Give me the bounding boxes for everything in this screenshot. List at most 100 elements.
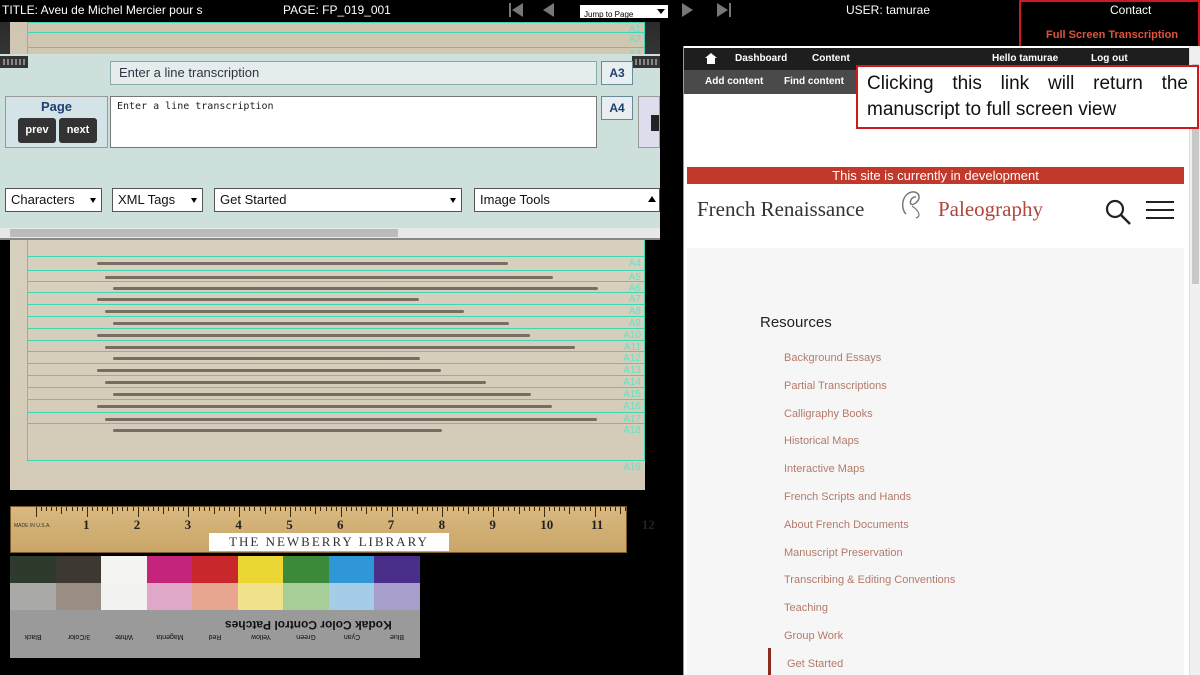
find-content-link[interactable]: Find content — [784, 76, 844, 87]
ruler-tick — [203, 507, 205, 511]
add-content-link[interactable]: Add content — [705, 76, 763, 87]
ruler-number: 7 — [387, 517, 395, 532]
ruler-tick — [518, 507, 520, 514]
admin-content-link[interactable]: Content — [812, 53, 850, 64]
line-tag-current[interactable]: A3 — [601, 61, 633, 85]
resource-link[interactable]: French Scripts and Hands — [784, 491, 911, 503]
panel-drag-handle[interactable] — [0, 56, 28, 68]
ruler-tick — [274, 507, 276, 511]
next-button[interactable]: next — [59, 118, 97, 143]
ruler-tick — [157, 507, 159, 511]
next-page-icon[interactable] — [680, 1, 696, 19]
ruler-tick — [300, 507, 302, 511]
color-patch-light — [10, 583, 56, 610]
color-patch-label: Red — [208, 633, 222, 640]
resources-sidebar: Resources Background Essays Partial Trans… — [687, 248, 1184, 675]
ruler-tick — [81, 507, 83, 511]
resource-link[interactable]: Transcribing & Editing Conventions — [784, 574, 955, 586]
ruler-tick — [396, 507, 398, 511]
get-started-dropdown[interactable]: Get Started — [214, 188, 462, 212]
kodak-label: Kodak Color Control Patches — [225, 618, 392, 632]
resource-link[interactable]: Teaching — [784, 602, 828, 614]
page-label: Page — [40, 99, 73, 114]
xml-tags-dropdown[interactable]: XML Tags — [112, 188, 203, 212]
ruler-tick — [493, 507, 495, 517]
ruler-tick — [574, 507, 576, 511]
vertical-scrollbar[interactable] — [1189, 46, 1200, 675]
ruler-tick — [51, 507, 53, 511]
ruler-tick — [122, 507, 124, 511]
ruler-made-in: MADE IN U.S.A. — [14, 523, 51, 529]
first-page-icon[interactable] — [508, 1, 524, 19]
last-page-icon[interactable] — [716, 1, 732, 19]
color-patch-label: 3/Color — [67, 633, 90, 640]
color-patch — [192, 556, 238, 583]
ruler-tick — [599, 507, 601, 511]
resources-title: Resources — [760, 314, 832, 331]
ruler-number: 8 — [438, 517, 446, 532]
admin-dashboard-link[interactable]: Dashboard — [735, 53, 787, 64]
ruler-tick — [234, 507, 236, 511]
image-tools-dropdown[interactable]: Image Tools — [474, 188, 660, 212]
transcription-line-box[interactable]: A19 — [27, 460, 645, 473]
resource-link[interactable]: Manuscript Preservation — [784, 547, 903, 559]
color-patch-light — [55, 583, 102, 610]
line-tag-next[interactable]: A4 — [601, 96, 633, 120]
ruler-tick — [559, 507, 561, 511]
line-transcription-textarea[interactable]: Enter a line transcription — [110, 96, 597, 148]
ruler-tick — [477, 507, 479, 511]
resource-link[interactable]: Get Started — [787, 658, 843, 670]
admin-hello: Hello tamurae — [992, 53, 1058, 64]
jump-to-page-select[interactable]: Jump to Page — [580, 5, 668, 19]
ruler-tick — [371, 507, 373, 511]
ruler-tick — [615, 507, 617, 511]
ruler-tick — [229, 507, 231, 511]
ruler-tick — [117, 507, 119, 511]
ruler-tick — [61, 507, 63, 514]
prev-button[interactable]: prev — [18, 118, 56, 143]
page-indicator: PAGE: FP_019_001 — [283, 3, 391, 17]
scrollbar-thumb[interactable] — [10, 229, 398, 237]
resource-link[interactable]: Group Work — [784, 630, 843, 642]
ruler-tick — [340, 507, 342, 517]
user-indicator: USER: tamurae — [846, 3, 931, 17]
ruler-tick — [41, 507, 43, 511]
ruler-tick — [269, 507, 271, 511]
home-icon[interactable] — [705, 53, 717, 64]
ruler-number: 2 — [133, 517, 141, 532]
resource-link[interactable]: Partial Transcriptions — [784, 380, 887, 392]
ruler-tick — [544, 507, 545, 517]
previous-line-input[interactable]: Enter a line transcription — [110, 61, 597, 85]
ruler-tick — [284, 507, 286, 511]
admin-logout-link[interactable]: Log out — [1091, 53, 1128, 64]
line-box-label: A19 — [623, 462, 641, 473]
ruler-tick — [472, 507, 474, 511]
characters-dropdown[interactable]: Characters — [5, 188, 102, 212]
ruler-tick — [193, 507, 195, 511]
admin-username[interactable]: tamurae — [1019, 53, 1058, 64]
resource-link[interactable]: About French Documents — [784, 519, 909, 531]
search-icon[interactable] — [1104, 198, 1132, 226]
previous-page-icon[interactable] — [540, 1, 556, 19]
ruler-tick — [168, 507, 170, 511]
brand-logo-icon — [901, 191, 920, 219]
resource-link[interactable]: Calligraphy Books — [784, 408, 873, 420]
horizontal-scrollbar[interactable] — [0, 228, 660, 238]
website-pane: Dashboard Content Hello tamurae Log out … — [683, 46, 1200, 675]
side-tab[interactable] — [638, 96, 660, 148]
brand-title-left[interactable]: French Renaissance — [697, 197, 864, 222]
brand-title-right[interactable]: Paleography — [938, 197, 1043, 222]
ruler-tick — [422, 507, 424, 511]
hamburger-menu-icon[interactable] — [1145, 198, 1175, 222]
chevron-down-icon — [450, 198, 456, 203]
resource-link[interactable]: Interactive Maps — [784, 463, 865, 475]
ruler-tick — [244, 507, 246, 511]
resource-link[interactable]: Historical Maps — [784, 435, 859, 447]
ruler-tick — [335, 507, 337, 511]
panel-drag-handle-right[interactable] — [632, 56, 660, 68]
ruler-tick — [239, 507, 241, 517]
ruler-tick — [107, 507, 109, 511]
ruler-tick — [310, 507, 312, 511]
color-patch-light — [237, 583, 284, 610]
resource-link[interactable]: Background Essays — [784, 352, 881, 364]
